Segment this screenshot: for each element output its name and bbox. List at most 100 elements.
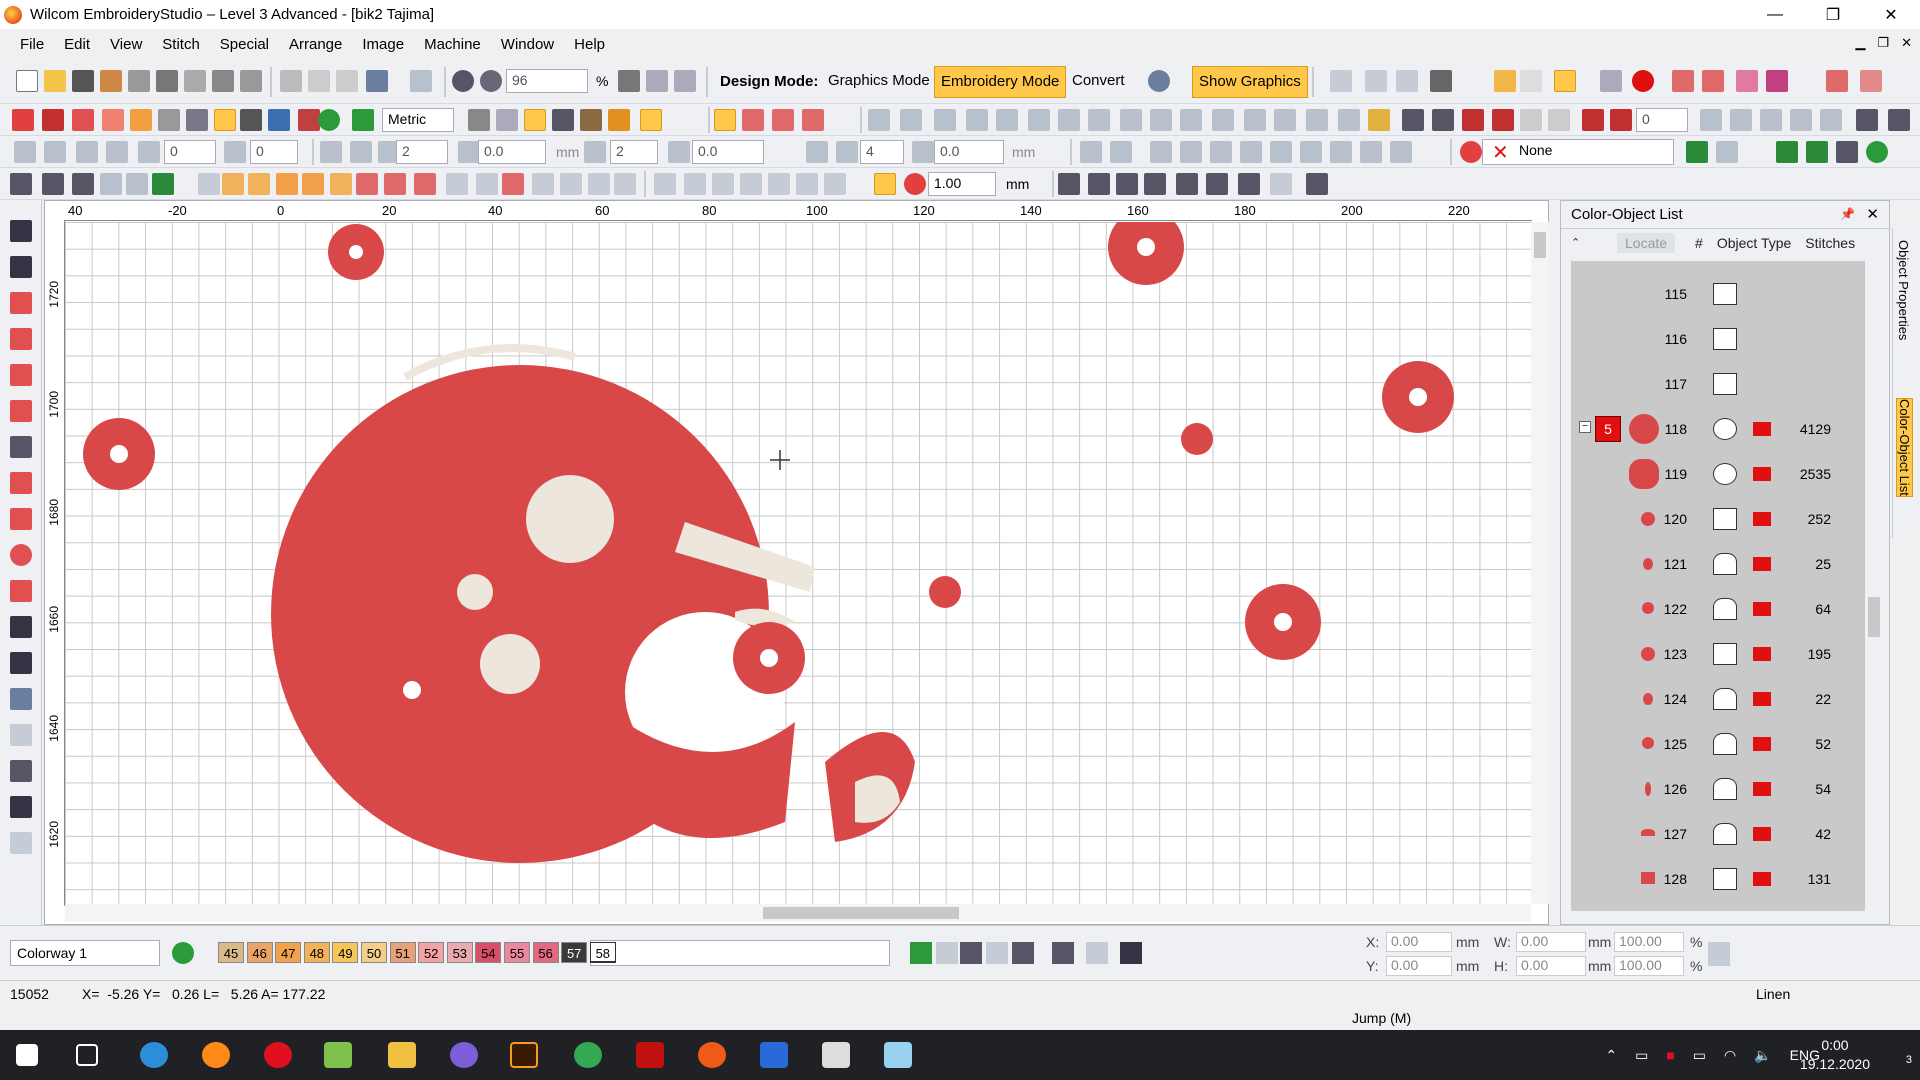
h-field[interactable]: 0.00 (1516, 956, 1586, 976)
shield-icon[interactable] (1856, 109, 1878, 131)
array-tool-icon[interactable] (10, 832, 32, 854)
3d-icon[interactable] (560, 173, 582, 195)
effect7-icon[interactable] (1270, 141, 1292, 163)
effect11-icon[interactable] (1390, 141, 1412, 163)
column-tool-icon[interactable] (10, 400, 32, 422)
outline-icon[interactable] (1365, 70, 1387, 92)
trace-outline-icon[interactable] (1700, 109, 1722, 131)
save-icon[interactable] (72, 70, 94, 92)
pin-icon[interactable]: 📌 (1840, 207, 1855, 221)
menu-window[interactable]: Window (491, 36, 564, 53)
blossom[interactable] (929, 576, 961, 608)
thread-chart-icon[interactable] (1012, 942, 1034, 964)
unlock-icon[interactable] (996, 109, 1018, 131)
list-icon[interactable] (524, 109, 546, 131)
satin-icon[interactable] (42, 109, 64, 131)
maximize-button[interactable]: ❐ (1804, 0, 1862, 29)
plugin2-icon[interactable] (1716, 141, 1738, 163)
paste-icon[interactable] (336, 70, 358, 92)
sym-e-icon[interactable] (1176, 173, 1198, 195)
mirror-y-icon[interactable] (44, 141, 66, 163)
frame-icon[interactable] (10, 173, 32, 195)
list-item[interactable]: 125 52 (1571, 721, 1871, 766)
zoom-fit-icon[interactable] (618, 70, 640, 92)
chrome-icon[interactable] (574, 1042, 602, 1068)
circle-outline-icon[interactable] (1790, 109, 1812, 131)
zigzag-icon[interactable] (714, 109, 736, 131)
blossom[interactable] (1181, 423, 1213, 455)
layer-e-icon[interactable] (768, 173, 790, 195)
mesh-stitch-icon[interactable] (802, 109, 824, 131)
notepad-icon[interactable] (324, 1042, 352, 1068)
graphics-mode-button[interactable]: Graphics Mode (822, 66, 936, 98)
run-tool-icon[interactable] (10, 364, 32, 386)
frame3-icon[interactable] (72, 173, 94, 195)
colorway-select[interactable]: Colorway 1 (10, 940, 160, 966)
cross-icon[interactable] (100, 173, 122, 195)
spread-field[interactable]: 4 (860, 140, 904, 164)
x-field[interactable]: 0.00 (1386, 932, 1452, 952)
line-tool-icon[interactable] (10, 472, 32, 494)
volume-icon[interactable]: 🔈 (1754, 1047, 1771, 1064)
color-settings-icon[interactable] (960, 942, 982, 964)
zoom-in-icon[interactable] (646, 70, 668, 92)
gap-icon[interactable] (458, 141, 480, 163)
hatch-tool-icon[interactable] (10, 796, 32, 818)
gap-field[interactable]: 0.0 (478, 140, 546, 164)
vscroll-thumb[interactable] (1534, 232, 1546, 258)
offset-field-icon[interactable] (668, 141, 690, 163)
file-explorer-icon[interactable] (388, 1042, 416, 1068)
order-icon[interactable] (1368, 109, 1390, 131)
filter-icon[interactable] (1520, 70, 1542, 92)
menu-stitch[interactable]: Stitch (152, 36, 210, 53)
sym-b-icon[interactable] (1088, 173, 1110, 195)
color-matching-icon[interactable] (986, 942, 1008, 964)
network-tray-icon[interactable]: ▭ (1635, 1047, 1648, 1064)
color-swatch-52[interactable]: 52 (418, 942, 445, 963)
card-icon[interactable] (212, 70, 234, 92)
needle-icon[interactable] (158, 109, 180, 131)
reshape-tool-icon[interactable] (10, 256, 32, 278)
shape-tool-icon[interactable] (10, 508, 32, 530)
circle-tool-icon[interactable] (10, 544, 32, 566)
list-item[interactable]: 120 252 (1571, 496, 1871, 541)
calculator-icon[interactable] (760, 1042, 788, 1068)
convert-button[interactable]: Convert (1066, 66, 1131, 98)
sym-a-icon[interactable] (1058, 173, 1080, 195)
menu-special[interactable]: Special (210, 36, 279, 53)
pattern-c-icon[interactable] (502, 173, 524, 195)
picture-icon[interactable] (240, 109, 262, 131)
spread-icon[interactable] (836, 141, 858, 163)
offset-field[interactable]: 0.0 (692, 140, 764, 164)
monogram-tool-icon[interactable] (10, 652, 32, 674)
distribute-icon[interactable] (1212, 109, 1234, 131)
task-view-icon[interactable] (76, 1044, 98, 1066)
export-icon[interactable] (100, 70, 122, 92)
break-icon[interactable] (1338, 109, 1360, 131)
slant-icon[interactable] (224, 141, 246, 163)
lines-count-field[interactable]: 2 (396, 140, 448, 164)
pattern-d-icon[interactable] (532, 173, 554, 195)
w-percent-field[interactable]: 100.00 (1614, 932, 1684, 952)
column-icon[interactable] (772, 109, 794, 131)
sym-h-icon[interactable] (1270, 173, 1292, 195)
sym-f-icon[interactable] (1206, 173, 1228, 195)
list-scrollbar[interactable] (1865, 261, 1883, 911)
checklist-icon[interactable] (1430, 70, 1452, 92)
trim-icon[interactable] (1462, 109, 1484, 131)
appliqué-tool-icon[interactable] (10, 688, 32, 710)
layer-c-icon[interactable] (712, 173, 734, 195)
vertical-scrollbar[interactable] (1531, 222, 1549, 904)
stamp-icon[interactable] (608, 109, 630, 131)
skew-icon[interactable] (76, 141, 98, 163)
select-arrow-icon[interactable] (10, 220, 32, 242)
redo-icon[interactable] (410, 70, 432, 92)
doc-close-button[interactable]: ✕ (1901, 35, 1912, 51)
stop-icon[interactable] (1052, 942, 1074, 964)
list-scroll-thumb[interactable] (1868, 597, 1880, 637)
layer-b-icon[interactable] (684, 173, 706, 195)
satin-tool-icon[interactable] (10, 328, 32, 350)
combine-icon[interactable] (1306, 109, 1328, 131)
ellipse-icon[interactable] (1820, 109, 1842, 131)
color-swatch-53[interactable]: 53 (446, 942, 473, 963)
